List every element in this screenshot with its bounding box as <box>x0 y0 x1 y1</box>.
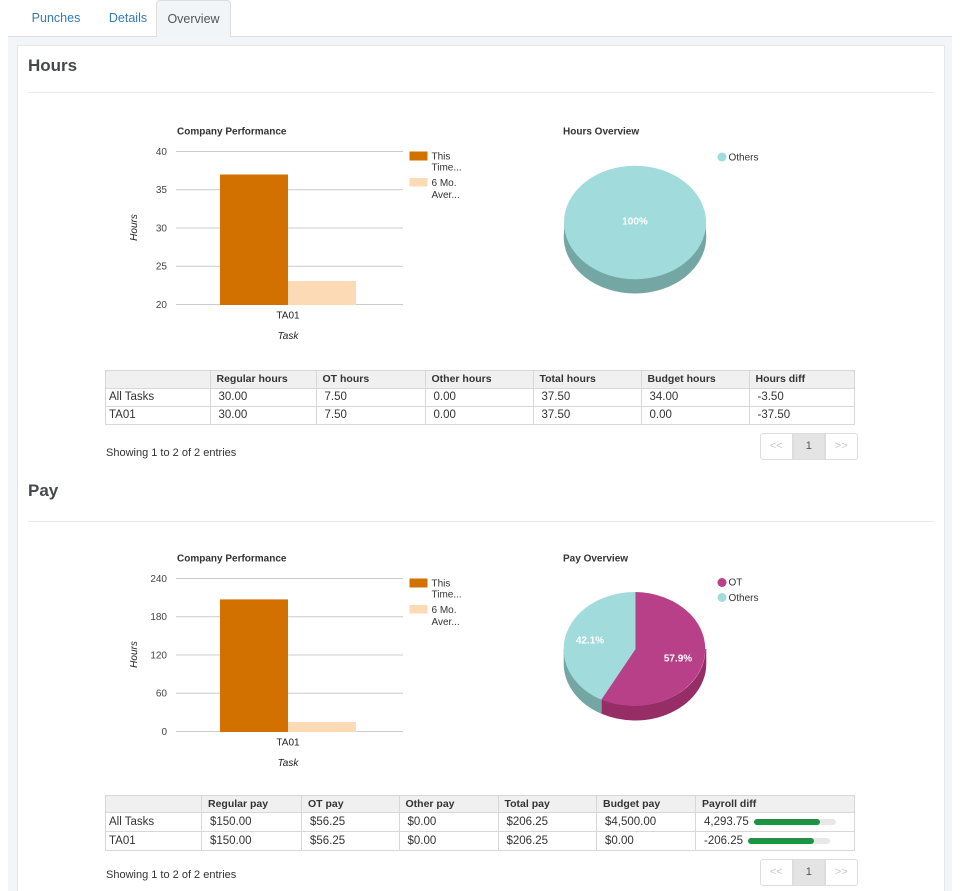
svg-text:TA01: TA01 <box>276 310 300 321</box>
svg-text:Aver...: Aver... <box>432 190 460 201</box>
svg-text:Others: Others <box>729 153 759 164</box>
svg-text:Hours: Hours <box>129 641 140 668</box>
svg-text:20: 20 <box>156 300 168 311</box>
svg-text:42.1%: 42.1% <box>576 635 604 646</box>
svg-text:25: 25 <box>156 262 168 273</box>
svg-text:Others: Others <box>729 593 759 604</box>
svg-text:Task: Task <box>278 331 300 342</box>
svg-text:57.9%: 57.9% <box>664 653 692 664</box>
svg-text:Company Performance: Company Performance <box>177 553 287 564</box>
svg-text:30: 30 <box>156 223 168 234</box>
svg-text:40: 40 <box>156 147 168 158</box>
svg-text:Company Performance: Company Performance <box>177 126 287 137</box>
svg-text:35: 35 <box>156 185 168 196</box>
svg-text:120: 120 <box>150 650 167 661</box>
svg-text:6 Mo.: 6 Mo. <box>432 178 457 189</box>
svg-text:TA01: TA01 <box>276 737 300 748</box>
svg-text:OT: OT <box>729 578 743 589</box>
svg-text:Time...: Time... <box>432 589 462 600</box>
svg-text:60: 60 <box>156 689 168 700</box>
svg-text:This: This <box>432 579 451 590</box>
svg-text:Pay Overview: Pay Overview <box>563 553 628 564</box>
svg-text:Hours Overview: Hours Overview <box>563 126 639 137</box>
svg-text:Hours: Hours <box>129 214 140 241</box>
svg-text:240: 240 <box>150 574 167 585</box>
svg-text:Aver...: Aver... <box>432 617 460 628</box>
svg-text:0: 0 <box>161 727 167 738</box>
svg-text:Task: Task <box>278 758 300 769</box>
svg-text:100%: 100% <box>622 216 648 227</box>
svg-text:6 Mo.: 6 Mo. <box>432 605 457 616</box>
svg-text:Time...: Time... <box>432 162 462 173</box>
svg-text:This: This <box>432 152 451 163</box>
svg-text:180: 180 <box>150 612 167 623</box>
